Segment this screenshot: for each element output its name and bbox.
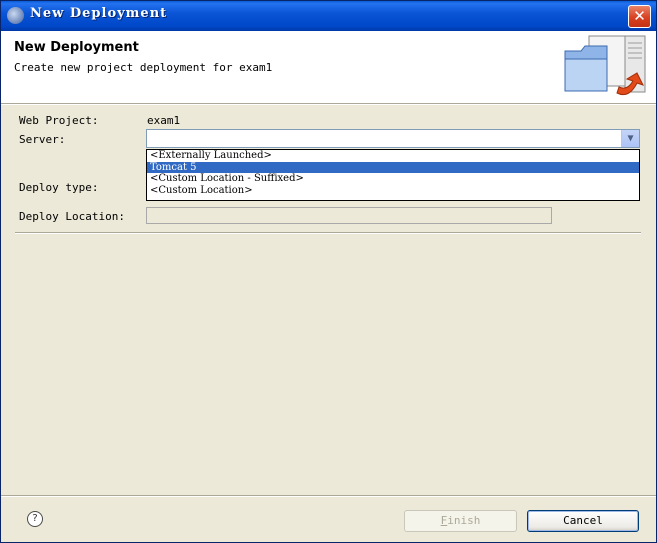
deploy-wizard-icon bbox=[564, 35, 646, 96]
server-dropdown-list: <Externally Launched> Tomcat 5 <Custom L… bbox=[146, 149, 640, 201]
close-button[interactable]: ✕ bbox=[628, 5, 651, 28]
web-project-label: Web Project: bbox=[19, 114, 99, 127]
finish-button[interactable]: Finish bbox=[404, 510, 517, 532]
wizard-header: New Deployment Create new project deploy… bbox=[1, 31, 656, 103]
footer-separator bbox=[1, 495, 656, 497]
dropdown-arrow[interactable]: ▼ bbox=[621, 130, 639, 147]
help-icon: ? bbox=[32, 513, 38, 524]
title-bar[interactable]: New Deployment ✕ bbox=[1, 1, 656, 31]
dropdown-option-tomcat-5[interactable]: Tomcat 5 bbox=[147, 161, 639, 173]
deploy-location-label: Deploy Location: bbox=[19, 210, 125, 223]
close-icon: ✕ bbox=[633, 7, 646, 25]
cancel-button[interactable]: Cancel bbox=[527, 510, 639, 532]
chevron-down-icon: ▼ bbox=[627, 133, 634, 144]
deploy-type-label: Deploy type: bbox=[19, 181, 99, 194]
deploy-location-field bbox=[146, 207, 552, 224]
form-separator bbox=[15, 232, 641, 234]
header-separator bbox=[1, 103, 656, 105]
finish-label: inish bbox=[447, 514, 481, 527]
dropdown-option-custom-location-suffixed[interactable]: <Custom Location - Suffixed> bbox=[147, 173, 639, 185]
window-title: New Deployment bbox=[30, 6, 168, 21]
server-combo[interactable]: ▼ bbox=[146, 129, 640, 148]
dropdown-option-externally-launched[interactable]: <Externally Launched> bbox=[147, 150, 639, 162]
server-label: Server: bbox=[19, 133, 66, 146]
header-description: Create new project deployment for exam1 bbox=[14, 61, 273, 74]
help-button[interactable]: ? bbox=[27, 511, 43, 527]
web-project-value: exam1 bbox=[147, 114, 181, 127]
header-title: New Deployment bbox=[14, 40, 139, 55]
new-deployment-dialog: New Deployment ✕ New Deployment Create n… bbox=[0, 0, 657, 543]
eclipse-icon bbox=[7, 7, 24, 24]
dropdown-option-custom-location[interactable]: <Custom Location> bbox=[147, 185, 639, 197]
